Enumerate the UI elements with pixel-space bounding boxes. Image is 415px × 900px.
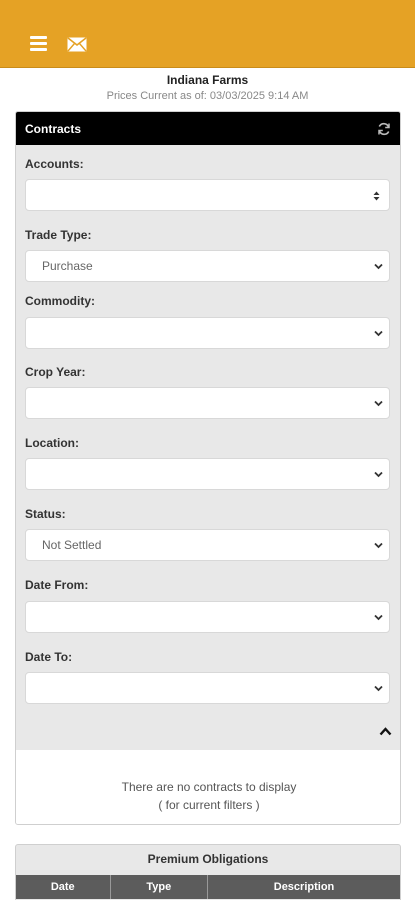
status-value: Not Settled bbox=[42, 538, 102, 552]
refresh-icon[interactable] bbox=[377, 122, 391, 136]
collapse-filters-row[interactable] bbox=[16, 714, 400, 750]
contracts-panel: Contracts Accounts: Trade Type: Purchase… bbox=[15, 111, 401, 825]
date-to-select[interactable] bbox=[25, 672, 390, 704]
column-header-type[interactable]: Type bbox=[111, 875, 209, 899]
location-label: Location: bbox=[25, 436, 79, 450]
contracts-panel-header: Contracts bbox=[16, 112, 400, 145]
chevron-down-icon bbox=[374, 471, 383, 478]
trade-type-value: Purchase bbox=[42, 259, 93, 273]
premium-obligations-title: Premium Obligations bbox=[147, 852, 269, 866]
chevron-up-icon[interactable] bbox=[379, 727, 392, 736]
top-bar bbox=[0, 0, 415, 68]
trade-type-label: Trade Type: bbox=[25, 228, 92, 242]
prices-current-text: Prices Current as of: 03/03/2025 9:14 AM bbox=[106, 90, 309, 102]
contracts-empty-state: There are no contracts to display ( for … bbox=[16, 750, 400, 824]
column-header-date[interactable]: Date bbox=[16, 875, 111, 899]
date-from-label: Date From: bbox=[25, 578, 89, 592]
premium-obligations-header-row: Date Type Description bbox=[16, 875, 400, 899]
date-to-label: Date To: bbox=[25, 650, 73, 664]
crop-year-select[interactable] bbox=[25, 387, 390, 419]
commodity-select[interactable] bbox=[25, 317, 390, 349]
chevron-down-icon bbox=[374, 263, 383, 270]
accounts-label: Accounts: bbox=[25, 157, 84, 171]
chevron-down-icon bbox=[374, 614, 383, 621]
column-header-description[interactable]: Description bbox=[208, 875, 400, 899]
date-from-select[interactable] bbox=[25, 601, 390, 633]
chevron-down-icon bbox=[374, 542, 383, 549]
mail-icon[interactable] bbox=[67, 37, 87, 52]
sort-arrows-icon bbox=[373, 191, 380, 201]
premium-obligations-panel: Premium Obligations Date Type Descriptio… bbox=[15, 844, 401, 900]
location-select[interactable] bbox=[25, 458, 390, 490]
status-label: Status: bbox=[25, 507, 66, 521]
contracts-panel-title: Contracts bbox=[25, 121, 82, 136]
empty-sub-message: ( for current filters ) bbox=[158, 798, 260, 812]
trade-type-select[interactable]: Purchase bbox=[25, 250, 390, 282]
commodity-label: Commodity: bbox=[25, 294, 95, 308]
chevron-down-icon bbox=[374, 685, 383, 692]
company-name: Indiana Farms bbox=[166, 73, 249, 87]
chevron-down-icon bbox=[374, 330, 383, 337]
contracts-filter-form: Accounts: Trade Type: Purchase Commodity… bbox=[16, 145, 400, 747]
hamburger-menu-icon[interactable] bbox=[30, 36, 47, 51]
empty-message: There are no contracts to display bbox=[121, 780, 297, 794]
header-info: Indiana Farms Prices Current as of: 03/0… bbox=[0, 72, 415, 104]
accounts-select[interactable] bbox=[25, 179, 390, 211]
status-select[interactable]: Not Settled bbox=[25, 529, 390, 561]
chevron-down-icon bbox=[374, 400, 383, 407]
crop-year-label: Crop Year: bbox=[25, 365, 86, 379]
